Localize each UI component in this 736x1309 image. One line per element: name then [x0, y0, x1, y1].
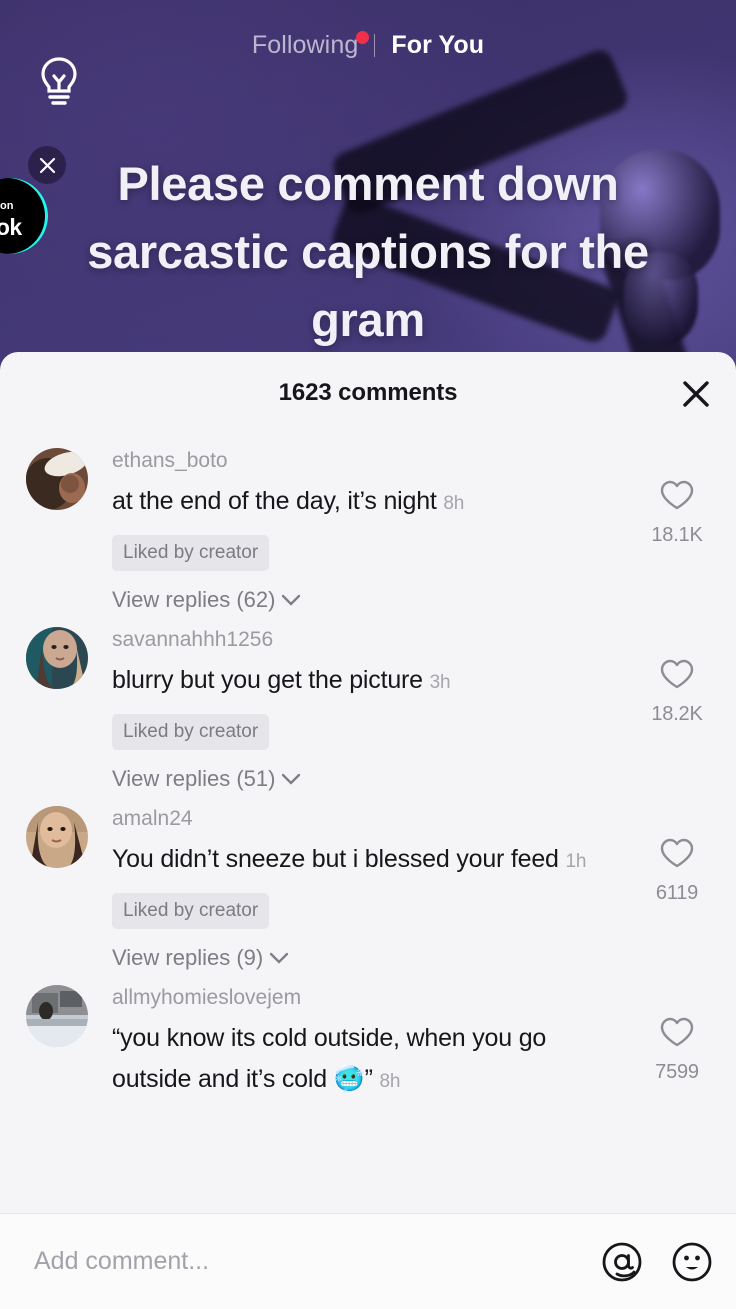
avatar-image	[26, 627, 88, 689]
comment-text: at the end of the day, it’s night 8h	[112, 481, 630, 524]
brand-badge-top-text: on	[0, 200, 14, 212]
comment-body: amaln24 You didn’t sneeze but i blessed …	[88, 804, 640, 971]
comment-text: You didn’t sneeze but i blessed your fee…	[112, 839, 630, 882]
liked-by-creator-badge: Liked by creator	[112, 893, 270, 929]
composer-actions	[600, 1240, 714, 1284]
comment-timestamp: 8h	[379, 1071, 401, 1092]
comments-header: 1623 comments	[0, 352, 736, 434]
comment-username[interactable]: amaln24	[112, 804, 630, 834]
like-count: 18.2K	[651, 703, 703, 725]
close-icon	[39, 157, 55, 173]
like-count: 7599	[655, 1061, 699, 1083]
comment-text: blurry but you get the picture 3h	[112, 660, 630, 703]
comment-body: allmyhomieslovejem “you know its cold ou…	[88, 983, 640, 1102]
view-replies-button[interactable]: View replies (51)	[112, 766, 630, 792]
comment-text-content: You didn’t sneeze but i blessed your fee…	[112, 845, 559, 873]
comment-body: ethans_boto at the end of the day, it’s …	[88, 446, 640, 613]
video-caption-text: Please comment down sarcastic captions f…	[87, 157, 649, 346]
avatar-image	[26, 448, 88, 510]
tab-for-you[interactable]: For You	[375, 31, 500, 60]
view-replies-button[interactable]: View replies (62)	[112, 587, 630, 613]
chevron-down-icon	[281, 587, 301, 613]
cold-face-emoji: 🥶	[333, 1065, 365, 1093]
comment-text: “you know its cold outside, when you go …	[112, 1018, 630, 1102]
tab-following-label: Following	[251, 30, 359, 59]
comments-count-title: 1623 comments	[278, 379, 458, 406]
view-replies-button[interactable]: View replies (9)	[112, 945, 630, 971]
avatar[interactable]	[26, 806, 88, 868]
comment-item[interactable]: ethans_boto at the end of the day, it’s …	[0, 434, 736, 613]
comment-item[interactable]: savannahhh1256 blurry but you get the pi…	[0, 613, 736, 792]
top-navigation-bar: Following For You	[0, 0, 736, 126]
chevron-down-icon	[281, 766, 301, 792]
comment-item[interactable]: amaln24 You didn’t sneeze but i blessed …	[0, 792, 736, 971]
lightbulb-icon[interactable]	[36, 55, 82, 107]
tiktok-brand-badge[interactable]: on Tok	[0, 178, 48, 254]
comments-list[interactable]: ethans_boto at the end of the day, it’s …	[0, 434, 736, 1213]
feed-tabs: Following For You	[236, 30, 500, 60]
view-replies-label: View replies (62)	[112, 587, 276, 612]
avatar-image	[26, 806, 88, 868]
heart-icon[interactable]	[660, 838, 694, 874]
avatar[interactable]	[26, 985, 88, 1047]
heart-icon[interactable]	[660, 1017, 694, 1053]
like-control[interactable]: 7599	[640, 983, 714, 1102]
comments-sheet: 1623 comments ethans_boto at the end of …	[0, 352, 736, 1309]
avatar[interactable]	[26, 448, 88, 510]
add-comment-input[interactable]	[34, 1247, 600, 1276]
smiley-face-icon[interactable]	[670, 1240, 714, 1284]
comment-username[interactable]: ethans_boto	[112, 446, 630, 476]
like-count: 6119	[655, 882, 699, 904]
liked-by-creator-badge: Liked by creator	[112, 714, 270, 750]
comment-username[interactable]: allmyhomieslovejem	[112, 983, 630, 1013]
like-count: 18.1K	[651, 524, 703, 546]
like-control[interactable]: 6119	[640, 804, 714, 971]
notification-dot	[356, 30, 370, 44]
view-replies-label: View replies (9)	[112, 945, 264, 970]
view-replies-label: View replies (51)	[112, 766, 276, 791]
comment-composer	[0, 1213, 736, 1309]
chevron-down-icon	[269, 945, 289, 971]
comment-timestamp: 8h	[443, 493, 465, 514]
close-icon	[683, 381, 709, 407]
avatar[interactable]	[26, 627, 88, 689]
comment-timestamp: 3h	[429, 672, 451, 693]
tiktok-app-screen: Following For You on Tok Please comment …	[0, 0, 736, 1309]
at-mention-icon[interactable]	[600, 1240, 644, 1284]
comment-text-content: “you know its cold outside, when you go …	[112, 1024, 547, 1093]
comment-text-content: at the end of the day, it’s night	[112, 487, 437, 515]
liked-by-creator-badge: Liked by creator	[112, 535, 270, 571]
tab-following[interactable]: Following	[236, 30, 375, 60]
avatar-image	[26, 985, 88, 1047]
heart-icon[interactable]	[660, 480, 694, 516]
comment-item[interactable]: allmyhomieslovejem “you know its cold ou…	[0, 971, 736, 1102]
like-control[interactable]: 18.2K	[640, 625, 714, 792]
brand-badge-bottom-text: Tok	[0, 214, 22, 240]
like-control[interactable]: 18.1K	[640, 446, 714, 613]
comment-text-tail: ”	[364, 1065, 373, 1093]
comment-text-content: blurry but you get the picture	[112, 666, 423, 694]
comment-body: savannahhh1256 blurry but you get the pi…	[88, 625, 640, 792]
tab-for-you-label: For You	[391, 30, 485, 59]
comment-timestamp: 1h	[565, 851, 587, 872]
heart-icon[interactable]	[660, 659, 694, 695]
comments-close-button[interactable]	[678, 376, 714, 412]
comment-username[interactable]: savannahhh1256	[112, 625, 630, 655]
